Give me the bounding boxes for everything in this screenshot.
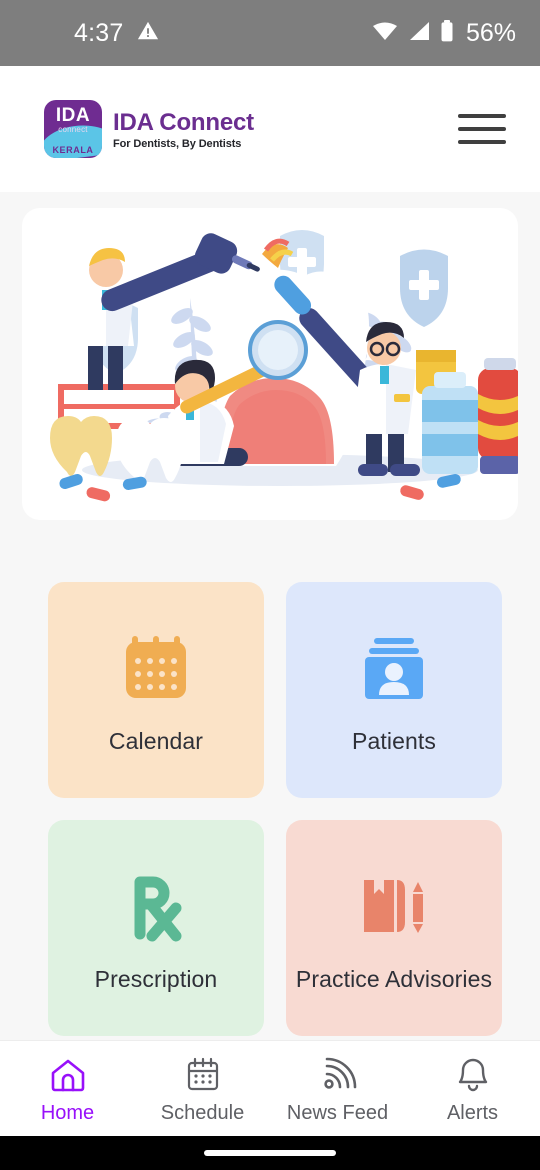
app-title: IDA Connect bbox=[113, 108, 254, 136]
tile-calendar[interactable]: Calendar bbox=[48, 582, 264, 798]
tile-patients[interactable]: Patients bbox=[286, 582, 502, 798]
tile-practice-advisories[interactable]: Practice Advisories bbox=[286, 820, 502, 1036]
bell-icon bbox=[451, 1053, 495, 1097]
book-pencil-icon bbox=[352, 864, 436, 948]
logo-primary-text: IDA bbox=[55, 105, 91, 126]
gesture-navigation-bar bbox=[0, 1136, 540, 1170]
home-icon bbox=[46, 1053, 90, 1097]
nav-item-schedule[interactable]: Schedule bbox=[135, 1041, 270, 1136]
app-header: IDA connect KERALA IDA Connect For Denti… bbox=[0, 66, 540, 192]
bottom-navigation: Home Schedule News Feed Alerts bbox=[0, 1040, 540, 1136]
nav-label: Alerts bbox=[446, 1101, 499, 1124]
brand-text-block: IDA Connect For Dentists, By Dentists bbox=[113, 109, 254, 150]
status-bar-right: 56% bbox=[372, 19, 516, 48]
hamburger-line bbox=[458, 140, 506, 144]
patients-folder-icon bbox=[352, 626, 436, 710]
nav-label: Schedule bbox=[160, 1101, 245, 1124]
calendar-outline-icon bbox=[181, 1053, 225, 1097]
hamburger-line bbox=[458, 127, 506, 131]
battery-percent: 56% bbox=[465, 18, 516, 47]
hamburger-line bbox=[458, 114, 506, 118]
dental-team-illustration bbox=[50, 230, 518, 502]
warning-triangle-icon bbox=[137, 20, 159, 47]
nav-item-news-feed[interactable]: News Feed bbox=[270, 1041, 405, 1136]
nav-item-home[interactable]: Home bbox=[0, 1041, 135, 1136]
feature-tile-grid: Calendar Patients Prescription Practice … bbox=[48, 582, 502, 1118]
wifi-icon bbox=[372, 21, 398, 46]
status-bar: 4:37 56% bbox=[0, 0, 540, 66]
ida-logo-mark: IDA connect KERALA bbox=[44, 100, 102, 158]
rx-icon bbox=[114, 864, 198, 948]
logo-secondary-text: connect bbox=[58, 125, 88, 134]
main-content: Calendar Patients Prescription Practice … bbox=[0, 192, 540, 1170]
tile-label: Practice Advisories bbox=[295, 965, 493, 992]
cellular-signal-icon bbox=[407, 21, 431, 46]
tile-label: Calendar bbox=[108, 727, 204, 754]
tile-prescription[interactable]: Prescription bbox=[48, 820, 264, 1036]
hamburger-menu-icon[interactable] bbox=[458, 108, 506, 150]
rss-icon bbox=[316, 1053, 360, 1097]
tile-label: Patients bbox=[352, 727, 436, 754]
status-time: 4:37 bbox=[74, 18, 124, 47]
battery-icon bbox=[440, 19, 454, 47]
nav-label: News Feed bbox=[286, 1101, 389, 1124]
nav-label: Home bbox=[40, 1101, 95, 1124]
nav-item-alerts[interactable]: Alerts bbox=[405, 1041, 540, 1136]
calendar-icon bbox=[114, 626, 198, 710]
hero-card bbox=[22, 208, 518, 520]
gesture-pill-handle[interactable] bbox=[204, 1150, 336, 1156]
tile-label: Prescription bbox=[94, 965, 218, 992]
app-screen: 4:37 56% IDA connect KERALA IDA Connect … bbox=[0, 0, 540, 1170]
status-bar-left: 4:37 bbox=[74, 19, 159, 48]
app-subtitle: For Dentists, By Dentists bbox=[113, 137, 242, 150]
brand-logo[interactable]: IDA connect KERALA IDA Connect For Denti… bbox=[44, 100, 254, 158]
logo-region-text: KERALA bbox=[52, 145, 94, 155]
